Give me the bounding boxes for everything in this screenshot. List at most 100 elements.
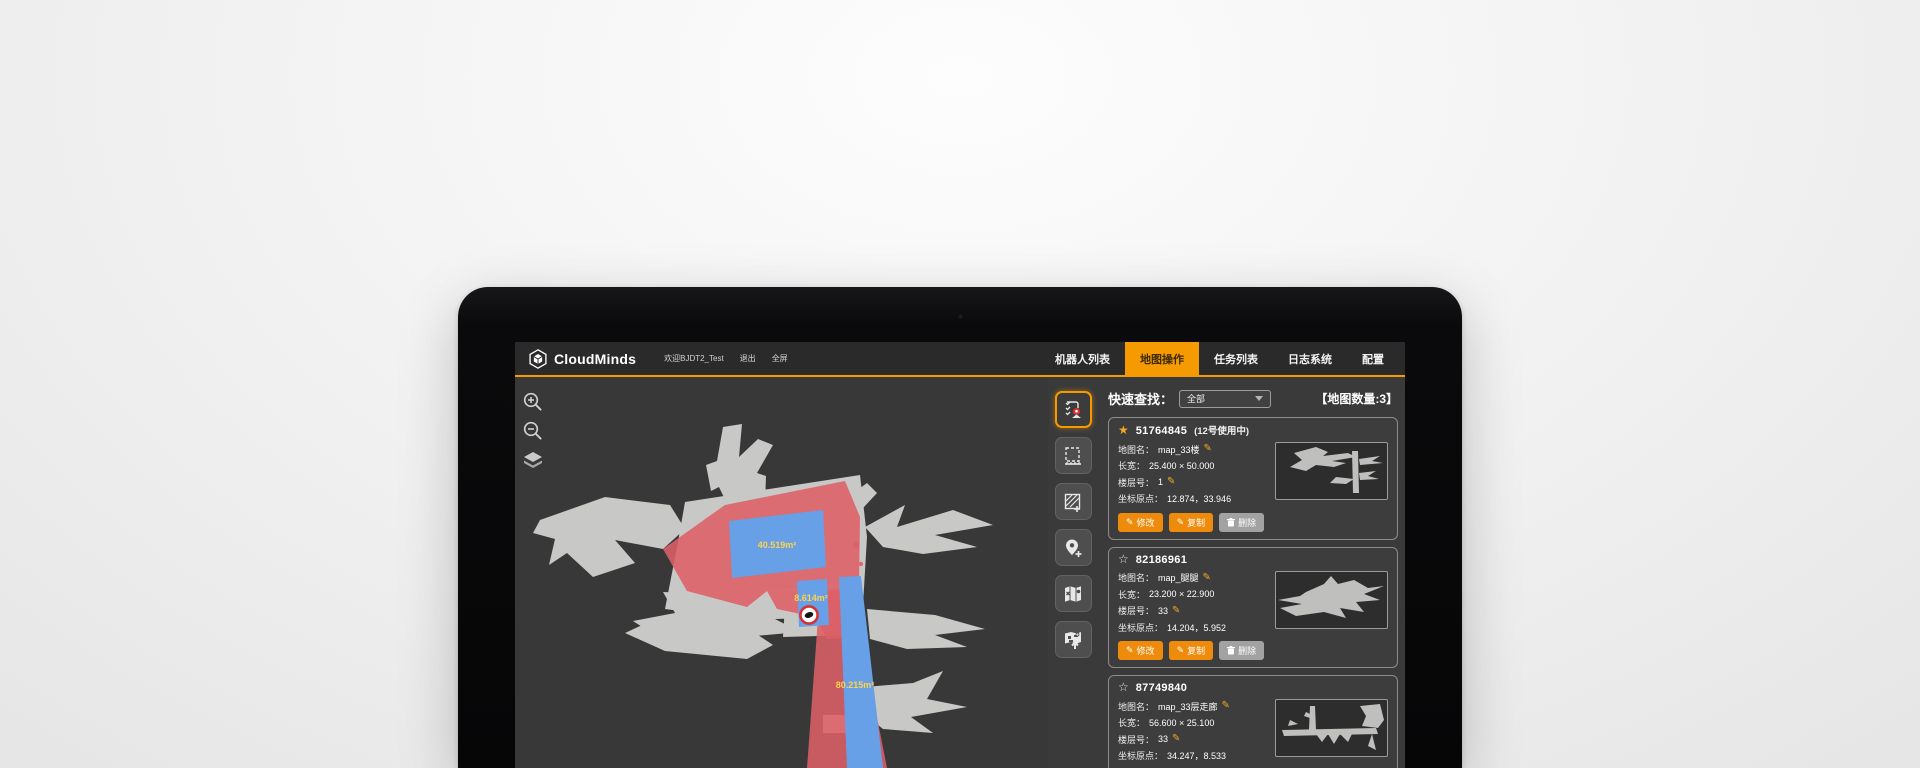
- map-card-list: ★ 51764845 (12号使用中) 地图名：map_33楼✎ 长宽：25.4…: [1108, 417, 1398, 768]
- map-name-value: map_腿腿: [1158, 571, 1199, 584]
- map-card[interactable]: ☆ 87749840 地图名：map_33层走廊✎ 长宽：56.600 × 25…: [1108, 675, 1398, 768]
- delete-button[interactable]: 删除: [1219, 513, 1264, 532]
- floor-value: 33: [1158, 734, 1168, 744]
- delete-button[interactable]: 删除: [1219, 641, 1264, 660]
- slam-map[interactable]: 40.519m² 8.614m² 80.215m²: [515, 377, 1048, 768]
- area-label-large: 40.519m²: [758, 540, 797, 550]
- star-icon[interactable]: ★: [1118, 424, 1129, 436]
- map-viewport[interactable]: 40.519m² 8.614m² 80.215m²: [515, 377, 1048, 768]
- logout-link[interactable]: 退出: [740, 353, 756, 364]
- tool-upload-map-button[interactable]: [1055, 621, 1092, 658]
- origin-value: 34.247，8.533: [1167, 749, 1226, 762]
- nav-map-operation[interactable]: 地图操作: [1125, 342, 1199, 375]
- field-label: 坐标原点：: [1118, 749, 1163, 762]
- map-list-panel: 快速查找： 全部 【地图数量:3】 ★ 51764845 (12号使用中): [1098, 377, 1405, 768]
- area-label-small: 8.614m²: [794, 593, 828, 603]
- map-marker-icon: [1062, 583, 1084, 605]
- tool-task-points-button[interactable]: [1055, 391, 1092, 428]
- filter-dropdown[interactable]: 全部: [1179, 390, 1271, 408]
- map-id: 82186961: [1136, 554, 1187, 566]
- zoom-in-icon[interactable]: [522, 391, 544, 413]
- origin-value: 14.204，5.952: [1167, 621, 1226, 634]
- nav-config[interactable]: 配置: [1347, 342, 1399, 375]
- add-region-icon: [1062, 491, 1084, 513]
- edit-name-icon[interactable]: ✎: [1222, 701, 1230, 711]
- nav-robot-list[interactable]: 机器人列表: [1040, 342, 1125, 375]
- copy-button[interactable]: ✎复制: [1169, 513, 1214, 532]
- modify-button[interactable]: ✎修改: [1118, 641, 1163, 660]
- map-controls: [522, 391, 544, 471]
- add-point-icon: [1062, 537, 1084, 559]
- modify-button[interactable]: ✎修改: [1118, 513, 1163, 532]
- tool-add-point-button[interactable]: [1055, 529, 1092, 566]
- welcome-text: 欢迎BJDT2_Test: [664, 353, 724, 364]
- app-header: CloudMinds 欢迎BJDT2_Test 退出 全屏 机器人列表 地图操作…: [515, 342, 1405, 377]
- map-card[interactable]: ☆ 82186961 地图名： map_腿腿 ✎ 长宽： 23.200 × 22.90…: [1108, 547, 1398, 669]
- edit-name-icon[interactable]: ✎: [1203, 573, 1211, 583]
- fullscreen-link[interactable]: 全屏: [772, 353, 788, 364]
- field-label: 长宽：: [1118, 459, 1145, 472]
- floor-value: 1: [1158, 477, 1163, 487]
- map-size-value: 56.600 × 25.100: [1149, 718, 1214, 728]
- pencil-icon: ✎: [1126, 518, 1134, 527]
- main-nav: 机器人列表 地图操作 任务列表 日志系统 配置: [1040, 342, 1399, 375]
- map-id: 51764845: [1136, 425, 1187, 437]
- map-blob: [533, 497, 685, 577]
- map-size-value: 25.400 × 50.000: [1149, 461, 1214, 471]
- tool-measure-area-button[interactable]: [1055, 437, 1092, 474]
- filter-selected-value: 全部: [1187, 392, 1255, 405]
- quick-search-label: 快速查找：: [1108, 389, 1173, 408]
- map-blob: [863, 671, 967, 733]
- copy-button[interactable]: ✎复制: [1169, 641, 1214, 660]
- pencil-icon: ✎: [1177, 518, 1185, 527]
- brand: CloudMinds: [515, 342, 636, 375]
- layers-icon[interactable]: [522, 449, 544, 471]
- map-card[interactable]: ★ 51764845 (12号使用中) 地图名：map_33楼✎ 长宽：25.4…: [1108, 417, 1398, 540]
- nav-log-system[interactable]: 日志系统: [1273, 342, 1347, 375]
- chevron-down-icon: [1255, 396, 1263, 401]
- map-name-value: map_33楼: [1158, 443, 1200, 456]
- trash-icon: [1227, 646, 1235, 655]
- measure-area-icon: [1062, 445, 1084, 467]
- tool-add-region-button[interactable]: [1055, 483, 1092, 520]
- edit-name-icon[interactable]: ✎: [1204, 444, 1212, 454]
- field-label: 地图名：: [1118, 571, 1154, 584]
- area-label-corridor: 80.215m²: [836, 680, 875, 690]
- field-label: 楼层号：: [1118, 733, 1154, 746]
- edit-floor-icon[interactable]: ✎: [1172, 606, 1180, 616]
- tool-map-marker-button[interactable]: [1055, 575, 1092, 612]
- webcam-dot: [958, 314, 963, 319]
- map-count-text: 【地图数量:3】: [1315, 390, 1398, 407]
- app-screen: CloudMinds 欢迎BJDT2_Test 退出 全屏 机器人列表 地图操作…: [515, 342, 1405, 768]
- task-points-icon: [1062, 399, 1084, 421]
- pencil-icon: ✎: [1126, 646, 1134, 655]
- field-label: 楼层号：: [1118, 604, 1154, 617]
- map-blob: [867, 609, 985, 649]
- edit-floor-icon[interactable]: ✎: [1167, 477, 1175, 487]
- pencil-icon: ✎: [1177, 646, 1185, 655]
- field-label: 坐标原点：: [1118, 621, 1163, 634]
- robot-marker-icon[interactable]: [800, 606, 817, 623]
- field-label: 长宽：: [1118, 716, 1145, 729]
- star-icon[interactable]: ☆: [1118, 553, 1129, 565]
- trash-icon: [1227, 518, 1235, 527]
- field-label: 长宽：: [1118, 588, 1145, 601]
- map-blob: [865, 505, 993, 554]
- nav-task-list[interactable]: 任务列表: [1199, 342, 1273, 375]
- field-label: 楼层号：: [1118, 476, 1154, 489]
- map-thumbnail: [1275, 442, 1388, 500]
- field-label: 地图名：: [1118, 700, 1154, 713]
- cloudminds-logo-icon: [528, 349, 548, 369]
- map-size-value: 23.200 × 22.900: [1149, 589, 1214, 599]
- zoom-out-icon[interactable]: [522, 420, 544, 442]
- map-toolbar: [1048, 377, 1098, 768]
- brand-name: CloudMinds: [554, 351, 636, 367]
- origin-value: 12.874，33.946: [1167, 492, 1231, 505]
- edit-floor-icon[interactable]: ✎: [1172, 734, 1180, 744]
- map-name-value: map_33层走廊: [1158, 700, 1218, 713]
- upload-map-icon: [1062, 629, 1084, 651]
- star-icon[interactable]: ☆: [1118, 681, 1129, 693]
- floor-value: 33: [1158, 606, 1168, 616]
- field-label: 地图名：: [1118, 443, 1154, 456]
- map-thumbnail: [1275, 699, 1388, 757]
